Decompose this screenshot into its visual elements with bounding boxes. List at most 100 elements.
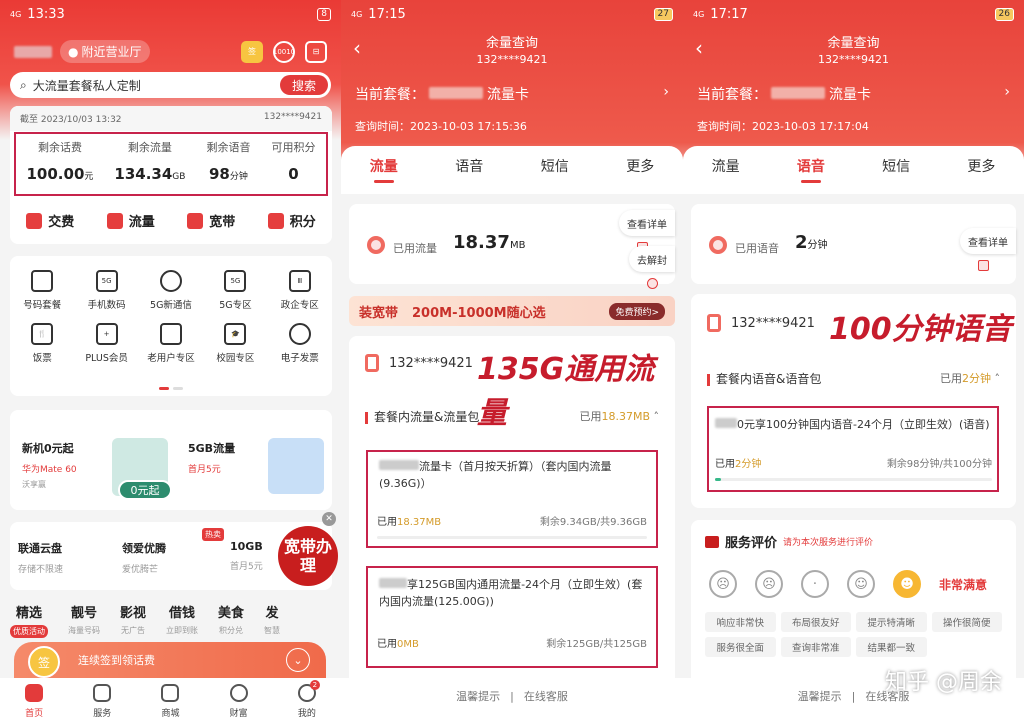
rating-tag[interactable]: 服务很全面 <box>705 637 776 657</box>
tab-data[interactable]: 流量 <box>712 156 740 194</box>
promo-vip[interactable]: 领爱优腾 爱优腾芒 <box>122 540 166 575</box>
very-happy-face-icon[interactable]: ☻ <box>893 570 921 598</box>
close-icon[interactable]: ✕ <box>322 512 336 526</box>
sad-face-icon[interactable]: ☹ <box>755 570 783 598</box>
tab-voice[interactable]: 语音 <box>797 156 825 194</box>
section-header[interactable]: 套餐内语音&语音包 已用2分钟 ˄ <box>707 370 1000 387</box>
grid-item-plan[interactable]: 号码套餐 <box>10 270 74 311</box>
battery-icon: 8 <box>317 7 331 21</box>
grid-label: 5G新通信 <box>150 300 192 311</box>
tips-link[interactable]: 温馨提示 <box>798 690 842 703</box>
section-used-label: 已用 <box>940 372 962 385</box>
tips-link[interactable]: 温馨提示 <box>456 690 500 703</box>
unseal-button[interactable]: 去解封 <box>629 246 675 289</box>
angry-face-icon[interactable]: ☹ <box>709 570 737 598</box>
tab-label: 精选 <box>15 606 42 621</box>
grid-label: 5G专区 <box>219 300 252 311</box>
search-input[interactable]: 大流量套餐私人定制 <box>33 77 141 94</box>
card-number: 132****9421 <box>731 315 815 331</box>
reserve-button[interactable]: 免费预约> <box>609 302 665 320</box>
chevron-right-icon: › <box>1004 84 1010 100</box>
rating-tag[interactable]: 操作很简便 <box>931 612 1002 632</box>
zero-price-pill[interactable]: 0元起 <box>118 480 172 500</box>
tab-data[interactable]: 流量 <box>370 156 398 194</box>
rating-tag[interactable]: 查询非常准 <box>780 637 851 657</box>
nav-mine[interactable]: 我的 2 <box>297 680 320 722</box>
nav-mall[interactable]: 商城 <box>161 684 179 722</box>
sign-in-gift-icon[interactable]: 签 <box>241 40 263 63</box>
chevron-down-icon[interactable]: ⌄ <box>286 648 310 672</box>
service-hotline-icon[interactable]: 10010 <box>273 40 295 63</box>
rating-tag[interactable]: 提示特清晰 <box>856 612 927 632</box>
search-button[interactable]: 搜索 <box>280 75 328 95</box>
query-time: 查询时间：2023-10-03 17:15:36 <box>355 120 527 133</box>
tab-numbers[interactable]: 靓号 海量号码 <box>68 602 100 638</box>
sign-in-banner[interactable]: 签 连续签到领话费 ⌄ <box>14 642 326 678</box>
search-bar[interactable]: ⌕ 大流量套餐私人定制 搜索 <box>10 72 331 98</box>
tab-more[interactable]: 更多 <box>626 156 654 194</box>
rating-tag[interactable]: 结果都一致 <box>856 637 927 657</box>
nearby-store-button[interactable]: ● 附近营业厅 <box>60 40 150 63</box>
phone-number[interactable]: 132****9421 <box>264 112 322 125</box>
signal-icon: 4G <box>693 9 705 19</box>
smile-face-icon[interactable]: ☺ <box>847 570 875 598</box>
page-title: 余量查询 <box>827 36 880 51</box>
nav-service[interactable]: 服务 <box>93 684 111 722</box>
promo-sub: 华为Mate 60 <box>22 465 77 475</box>
grid-item-5g-comm[interactable]: 5G新通信 <box>139 270 203 311</box>
grid-label: 手机数码 <box>87 300 126 311</box>
grid-item-invoice[interactable]: 电子发票 <box>268 323 332 364</box>
neutral-face-icon[interactable]: · <box>801 570 829 598</box>
grid-item-old-user[interactable]: 老用户专区 <box>139 323 203 364</box>
tab-more[interactable]: 发智慧 <box>264 602 280 638</box>
nearby-store-label: 附近营业厅 <box>81 45 142 59</box>
rating-tag[interactable]: 布局很友好 <box>780 612 851 632</box>
tab-more[interactable]: 更多 <box>967 156 995 194</box>
rating-title: 服务评价 <box>725 536 778 551</box>
quick-points-button[interactable]: 积分 <box>267 211 316 230</box>
page-subtitle: 132****9421 <box>818 53 889 66</box>
tab-sub: 海量号码 <box>68 626 100 635</box>
tab-featured[interactable]: 精选 优质活动 <box>10 602 48 638</box>
nav-home[interactable]: 首页 <box>25 684 43 722</box>
promo-10gb[interactable]: 10GB 首月5元 <box>230 540 263 572</box>
section-used-value: 18.37MB <box>601 410 650 423</box>
view-details-button[interactable]: 查看详单 <box>960 228 1016 271</box>
grid-label: 号码套餐 <box>23 300 62 311</box>
tab-video[interactable]: 影视 无广告 <box>120 602 146 638</box>
broadband-apply-button[interactable]: 宽带办理 <box>278 526 338 586</box>
tab-food[interactable]: 美食 积分兑 <box>218 602 244 638</box>
tab-sms[interactable]: 短信 <box>541 156 569 194</box>
tab-sms[interactable]: 短信 <box>882 156 910 194</box>
quick-broadband-button[interactable]: 宽带 <box>187 211 235 230</box>
grid-item-5g-zone[interactable]: 5G 5G专区 <box>203 270 267 311</box>
grid-item-phones[interactable]: 5G 手机数码 <box>74 270 138 311</box>
scan-icon[interactable]: ⊟ <box>305 40 327 63</box>
broadband-banner[interactable]: 装宽带 200M-1000M随心选 免费预约> <box>349 296 675 326</box>
tab-sub: 立即到账 <box>166 626 199 635</box>
rating-tag[interactable]: 响应非常快 <box>705 612 776 632</box>
tab-voice[interactable]: 语音 <box>455 156 483 194</box>
current-plan-row[interactable]: 当前套餐： 流量卡 › <box>355 84 669 104</box>
grid-item-enterprise[interactable]: Ⅲ 政企专区 <box>268 270 332 311</box>
nav-wealth[interactable]: 财富 <box>229 684 248 722</box>
view-details-button[interactable]: 查看详单 <box>619 210 675 253</box>
promo-cloud-disk[interactable]: 联通云盘 存储不限速 <box>18 540 63 575</box>
status-bar: 4G 17:17 26 <box>683 0 1024 28</box>
quick-pay-button[interactable]: 交费 <box>26 211 74 230</box>
tab-loan[interactable]: 借钱 立即到账 <box>166 602 198 638</box>
grid-item-meal[interactable]: 🍴 饭票 <box>10 323 74 364</box>
promo-title: 联通云盘 <box>18 542 62 555</box>
section-header[interactable]: 套餐内流量&流量包 已用18.37MB ˄ <box>365 408 659 425</box>
grid-item-plus[interactable]: + PLUS会员 <box>74 323 138 364</box>
grid-item-campus[interactable]: 🎓 校园专区 <box>203 323 267 364</box>
grid-label: 电子发票 <box>280 353 319 364</box>
quick-label: 流量 <box>128 215 155 230</box>
query-time: 查询时间：2023-10-03 17:17:04 <box>697 120 869 133</box>
tab-sub: 智慧 <box>264 626 281 635</box>
online-service-link[interactable]: 在线客服 <box>524 690 568 703</box>
promo-card[interactable]: 新机0元起 华为Mate 60 沃享赢 0元起 5GB流量 首月5元 <box>10 410 332 510</box>
current-plan-row[interactable]: 当前套餐： 流量卡 › <box>697 84 1010 104</box>
quick-data-button[interactable]: 流量 <box>106 211 155 230</box>
bulb-icon <box>159 270 182 292</box>
